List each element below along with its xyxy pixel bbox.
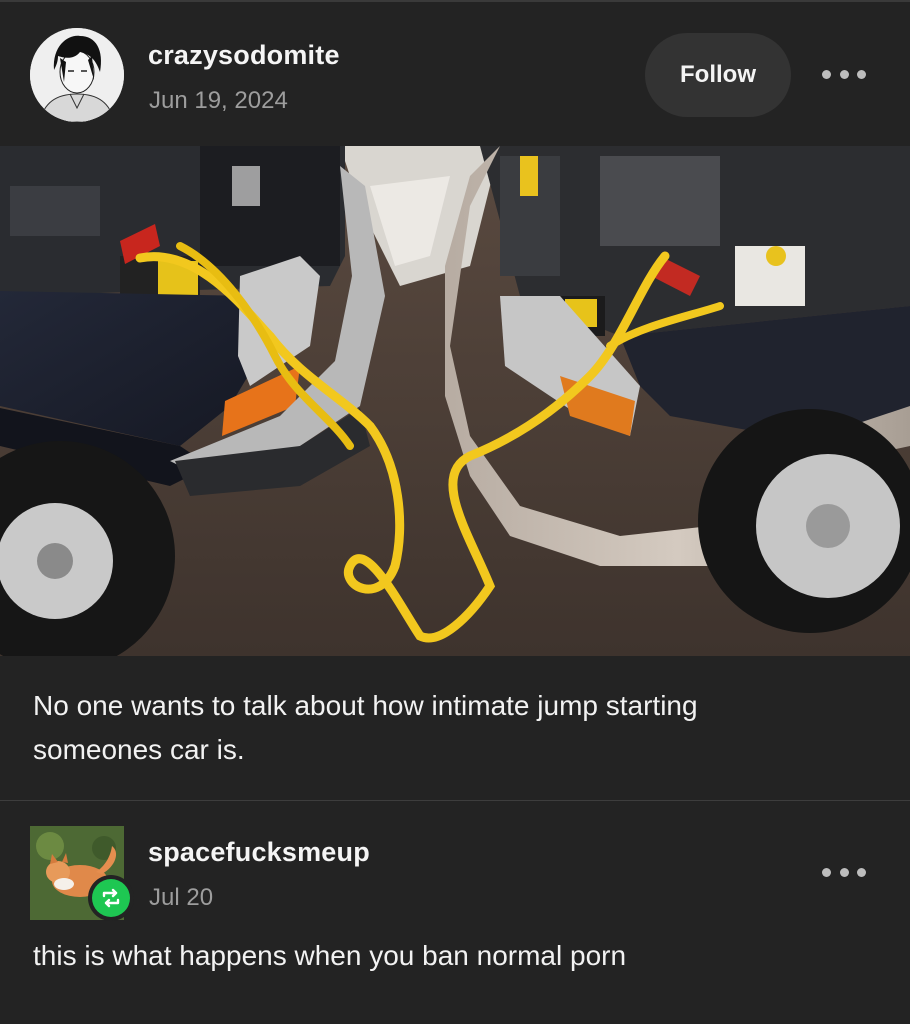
ellipsis-icon[interactable] (822, 62, 866, 86)
reblog-comment: this is what happens when you ban normal… (33, 940, 627, 971)
post-header: crazysodomite Jun 19, 2024 Follow (0, 0, 910, 146)
follow-button[interactable]: Follow (645, 33, 791, 117)
reblog-icon (92, 879, 130, 917)
post-photo (0, 146, 910, 671)
post-caption: No one wants to talk about how intimate … (33, 690, 698, 765)
reblogger-username[interactable]: spacefucksmeup (148, 837, 370, 868)
reblog-badge (88, 875, 134, 921)
author-username[interactable]: crazysodomite (148, 40, 340, 71)
author-avatar[interactable] (30, 28, 124, 122)
reblog-divider (0, 800, 910, 801)
reblog-date: Jul 20 (149, 884, 214, 911)
post-date: Jun 19, 2024 (149, 87, 288, 114)
ellipsis-icon[interactable] (822, 860, 866, 884)
